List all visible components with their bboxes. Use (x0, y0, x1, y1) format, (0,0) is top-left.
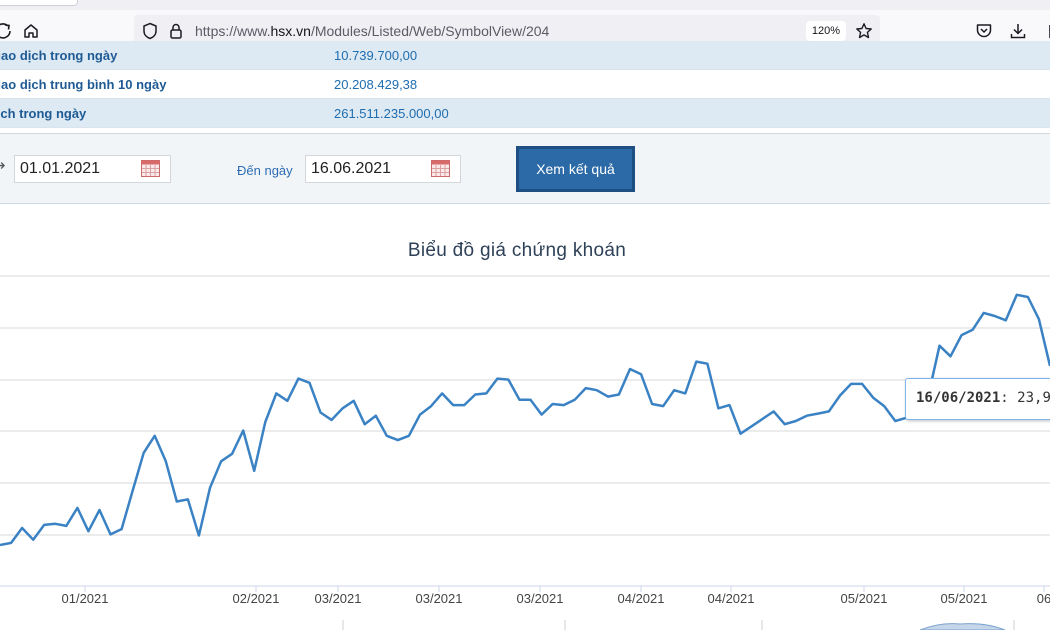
to-date-field[interactable] (305, 155, 461, 183)
info-label: ao dịch trong ngày (0, 106, 87, 121)
x-tick-label: 04/2021 (708, 591, 755, 606)
info-label: ng giao dịch trong ngày (0, 48, 118, 63)
url-prefix: https://www. (195, 23, 271, 39)
view-results-button[interactable]: Xem kết quả (516, 146, 635, 192)
x-tick-label: 04/2021 (618, 591, 665, 606)
from-date-field[interactable] (14, 155, 171, 183)
info-row-value: ao dịch trong ngày 261.511.235.000,00 (0, 99, 1050, 128)
chart-title: Biểu đồ giá chứng khoán (407, 240, 627, 261)
x-tick-label: 01/2021 (62, 591, 109, 606)
navigator-series-area (919, 623, 1006, 630)
zoom-level-badge[interactable]: 120% (806, 21, 846, 41)
url-path: /Modules/Listed/Web/SymbolView/204 (310, 23, 550, 39)
tooltip-value: 23,90 (1017, 390, 1050, 406)
price-tooltip: 16/06/2021: 23,90 (905, 378, 1050, 420)
x-tick-label: 06 (1037, 591, 1050, 606)
x-tick-label: 05/2021 (841, 591, 888, 606)
url-text[interactable]: https://www.hsx.vn/Modules/Listed/Web/Sy… (195, 23, 549, 39)
bookmark-star-icon[interactable] (853, 20, 875, 42)
library-icon[interactable] (1039, 20, 1050, 42)
to-date-input[interactable] (311, 160, 411, 178)
reload-icon[interactable] (0, 20, 14, 42)
info-row-volume: ng giao dịch trong ngày 10.739.700,00 (0, 41, 1050, 70)
info-row-avg-volume: ng giao dịch trung bình 10 ngày 20.208.4… (0, 70, 1050, 99)
tooltip-separator: : (1000, 390, 1018, 406)
date-filter-panel: ↱ Đến ngày Xem kết quả (0, 133, 1050, 204)
home-icon[interactable] (20, 20, 42, 42)
x-tick-label: 03/2021 (416, 591, 463, 606)
calendar-icon[interactable] (141, 160, 160, 177)
info-value: 261.511.235.000,00 (334, 106, 449, 121)
tracking-shield-icon[interactable] (139, 20, 161, 42)
pocket-icon[interactable] (973, 20, 995, 42)
navigator-strip[interactable] (342, 620, 1015, 630)
info-value: 10.739.700,00 (334, 48, 418, 63)
browser-tab[interactable] (0, 0, 78, 6)
info-value: 20.208.429,38 (334, 77, 418, 92)
tooltip-text: 16/06/2021: 23,90 (916, 390, 1050, 406)
calendar-icon[interactable] (431, 160, 450, 177)
lock-icon[interactable] (165, 20, 187, 42)
price-chart[interactable]: 01/2021 02/2021 03/2021 03/2021 03/2021 04/20… (0, 260, 1050, 630)
x-tick-label: 05/2021 (941, 591, 988, 606)
x-tick-label: 02/2021 (233, 591, 280, 606)
truncated-label-icon: ↱ (0, 161, 8, 178)
info-label: ng giao dịch trung bình 10 ngày (0, 77, 167, 92)
to-date-label: Đến ngày (237, 163, 293, 178)
x-tick-label: 03/2021 (315, 591, 362, 606)
price-series-line[interactable] (0, 293, 1050, 547)
from-date-input[interactable] (20, 160, 120, 178)
tab-strip (0, 0, 1050, 10)
tooltip-date: 16/06/2021 (916, 390, 1001, 406)
url-domain: hsx.vn (270, 23, 311, 39)
x-tick-label: 03/2021 (517, 591, 564, 606)
downloads-icon[interactable] (1007, 20, 1029, 42)
